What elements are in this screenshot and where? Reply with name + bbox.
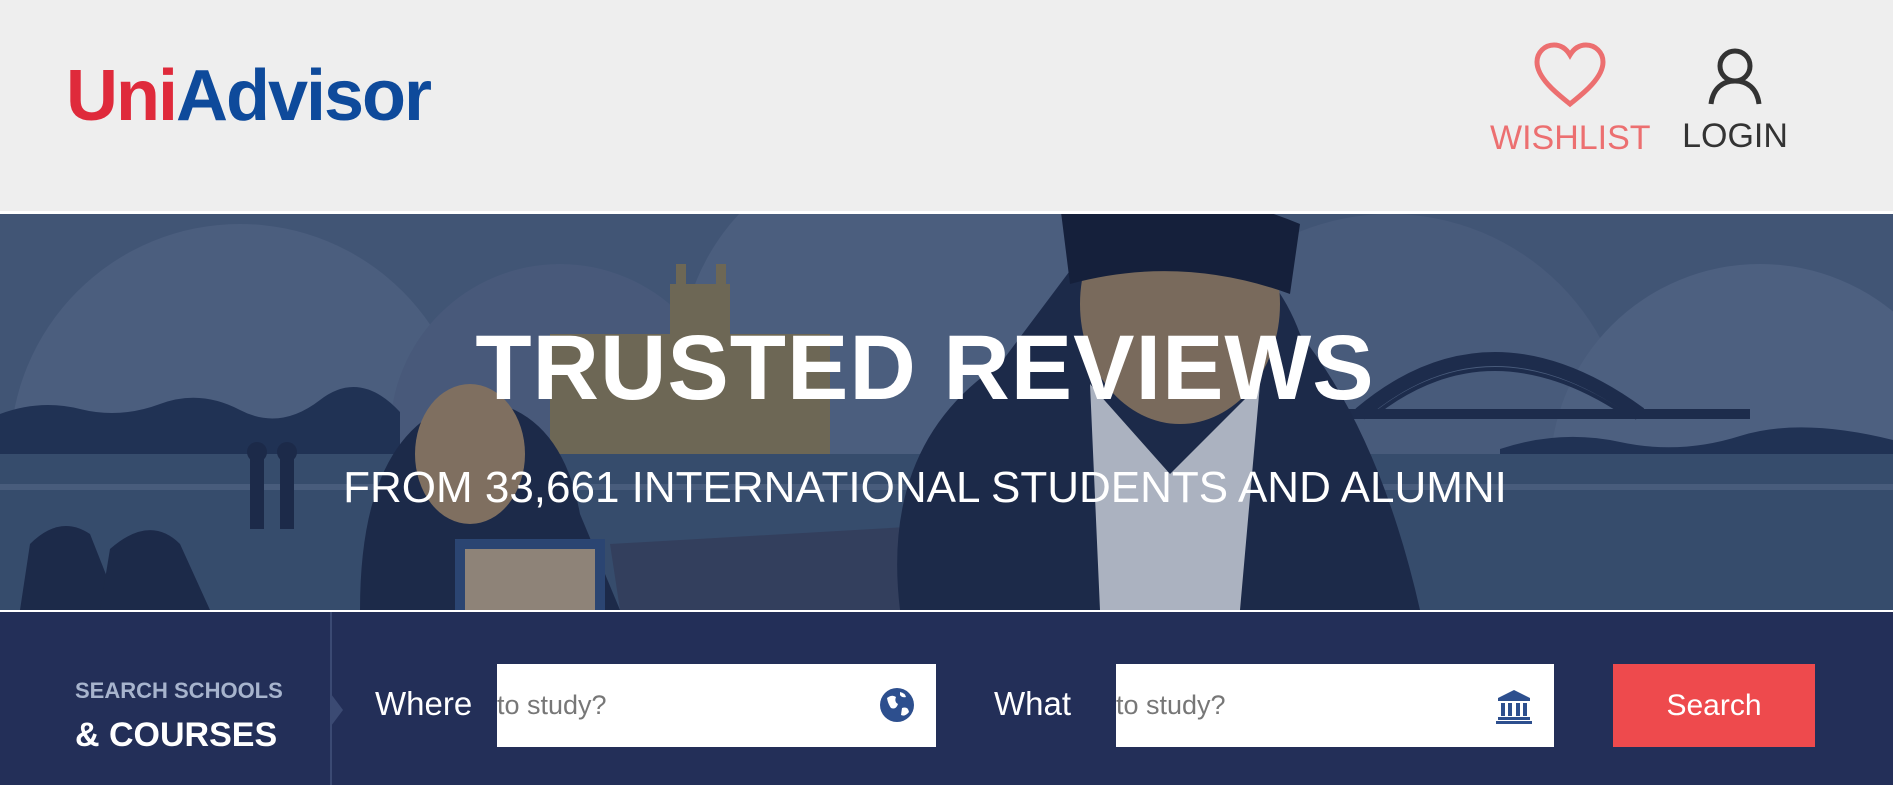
search-bar <box>0 612 1893 785</box>
search-section-label: SEARCH SCHOOLS & COURSES <box>75 678 283 755</box>
search-label-top: SEARCH SCHOOLS <box>75 678 283 703</box>
login-label: LOGIN <box>1682 117 1788 155</box>
site-header: UniAdvisor WISHLIST LOGIN <box>0 0 1893 211</box>
wishlist-label: WISHLIST <box>1490 119 1651 157</box>
where-field[interactable] <box>497 664 936 747</box>
where-label: Where <box>375 685 473 722</box>
globe-icon[interactable] <box>878 686 916 724</box>
logo-part-advisor: Advisor <box>175 56 432 136</box>
hero-subtitle: FROM 33,661 INTERNATIONAL STUDENTS AND A… <box>343 463 1507 512</box>
logo-part-uni: Uni <box>66 56 178 136</box>
hero-title: TRUSTED REVIEWS <box>475 317 1375 419</box>
what-input[interactable] <box>1116 664 1476 747</box>
user-icon <box>1708 48 1762 105</box>
uniadvisor-logo[interactable]: UniAdvisor <box>66 60 432 132</box>
heart-icon <box>1534 42 1606 108</box>
search-label-bottom: & COURSES <box>75 716 278 754</box>
wishlist-link[interactable]: WISHLIST <box>1490 42 1651 157</box>
login-link[interactable]: LOGIN <box>1680 48 1790 153</box>
what-label: What <box>994 685 1072 722</box>
search-button[interactable]: Search <box>1613 664 1815 747</box>
divider-arrow <box>331 694 343 726</box>
where-input[interactable] <box>497 664 857 747</box>
university-icon[interactable] <box>1496 688 1532 724</box>
what-field[interactable] <box>1116 664 1554 747</box>
